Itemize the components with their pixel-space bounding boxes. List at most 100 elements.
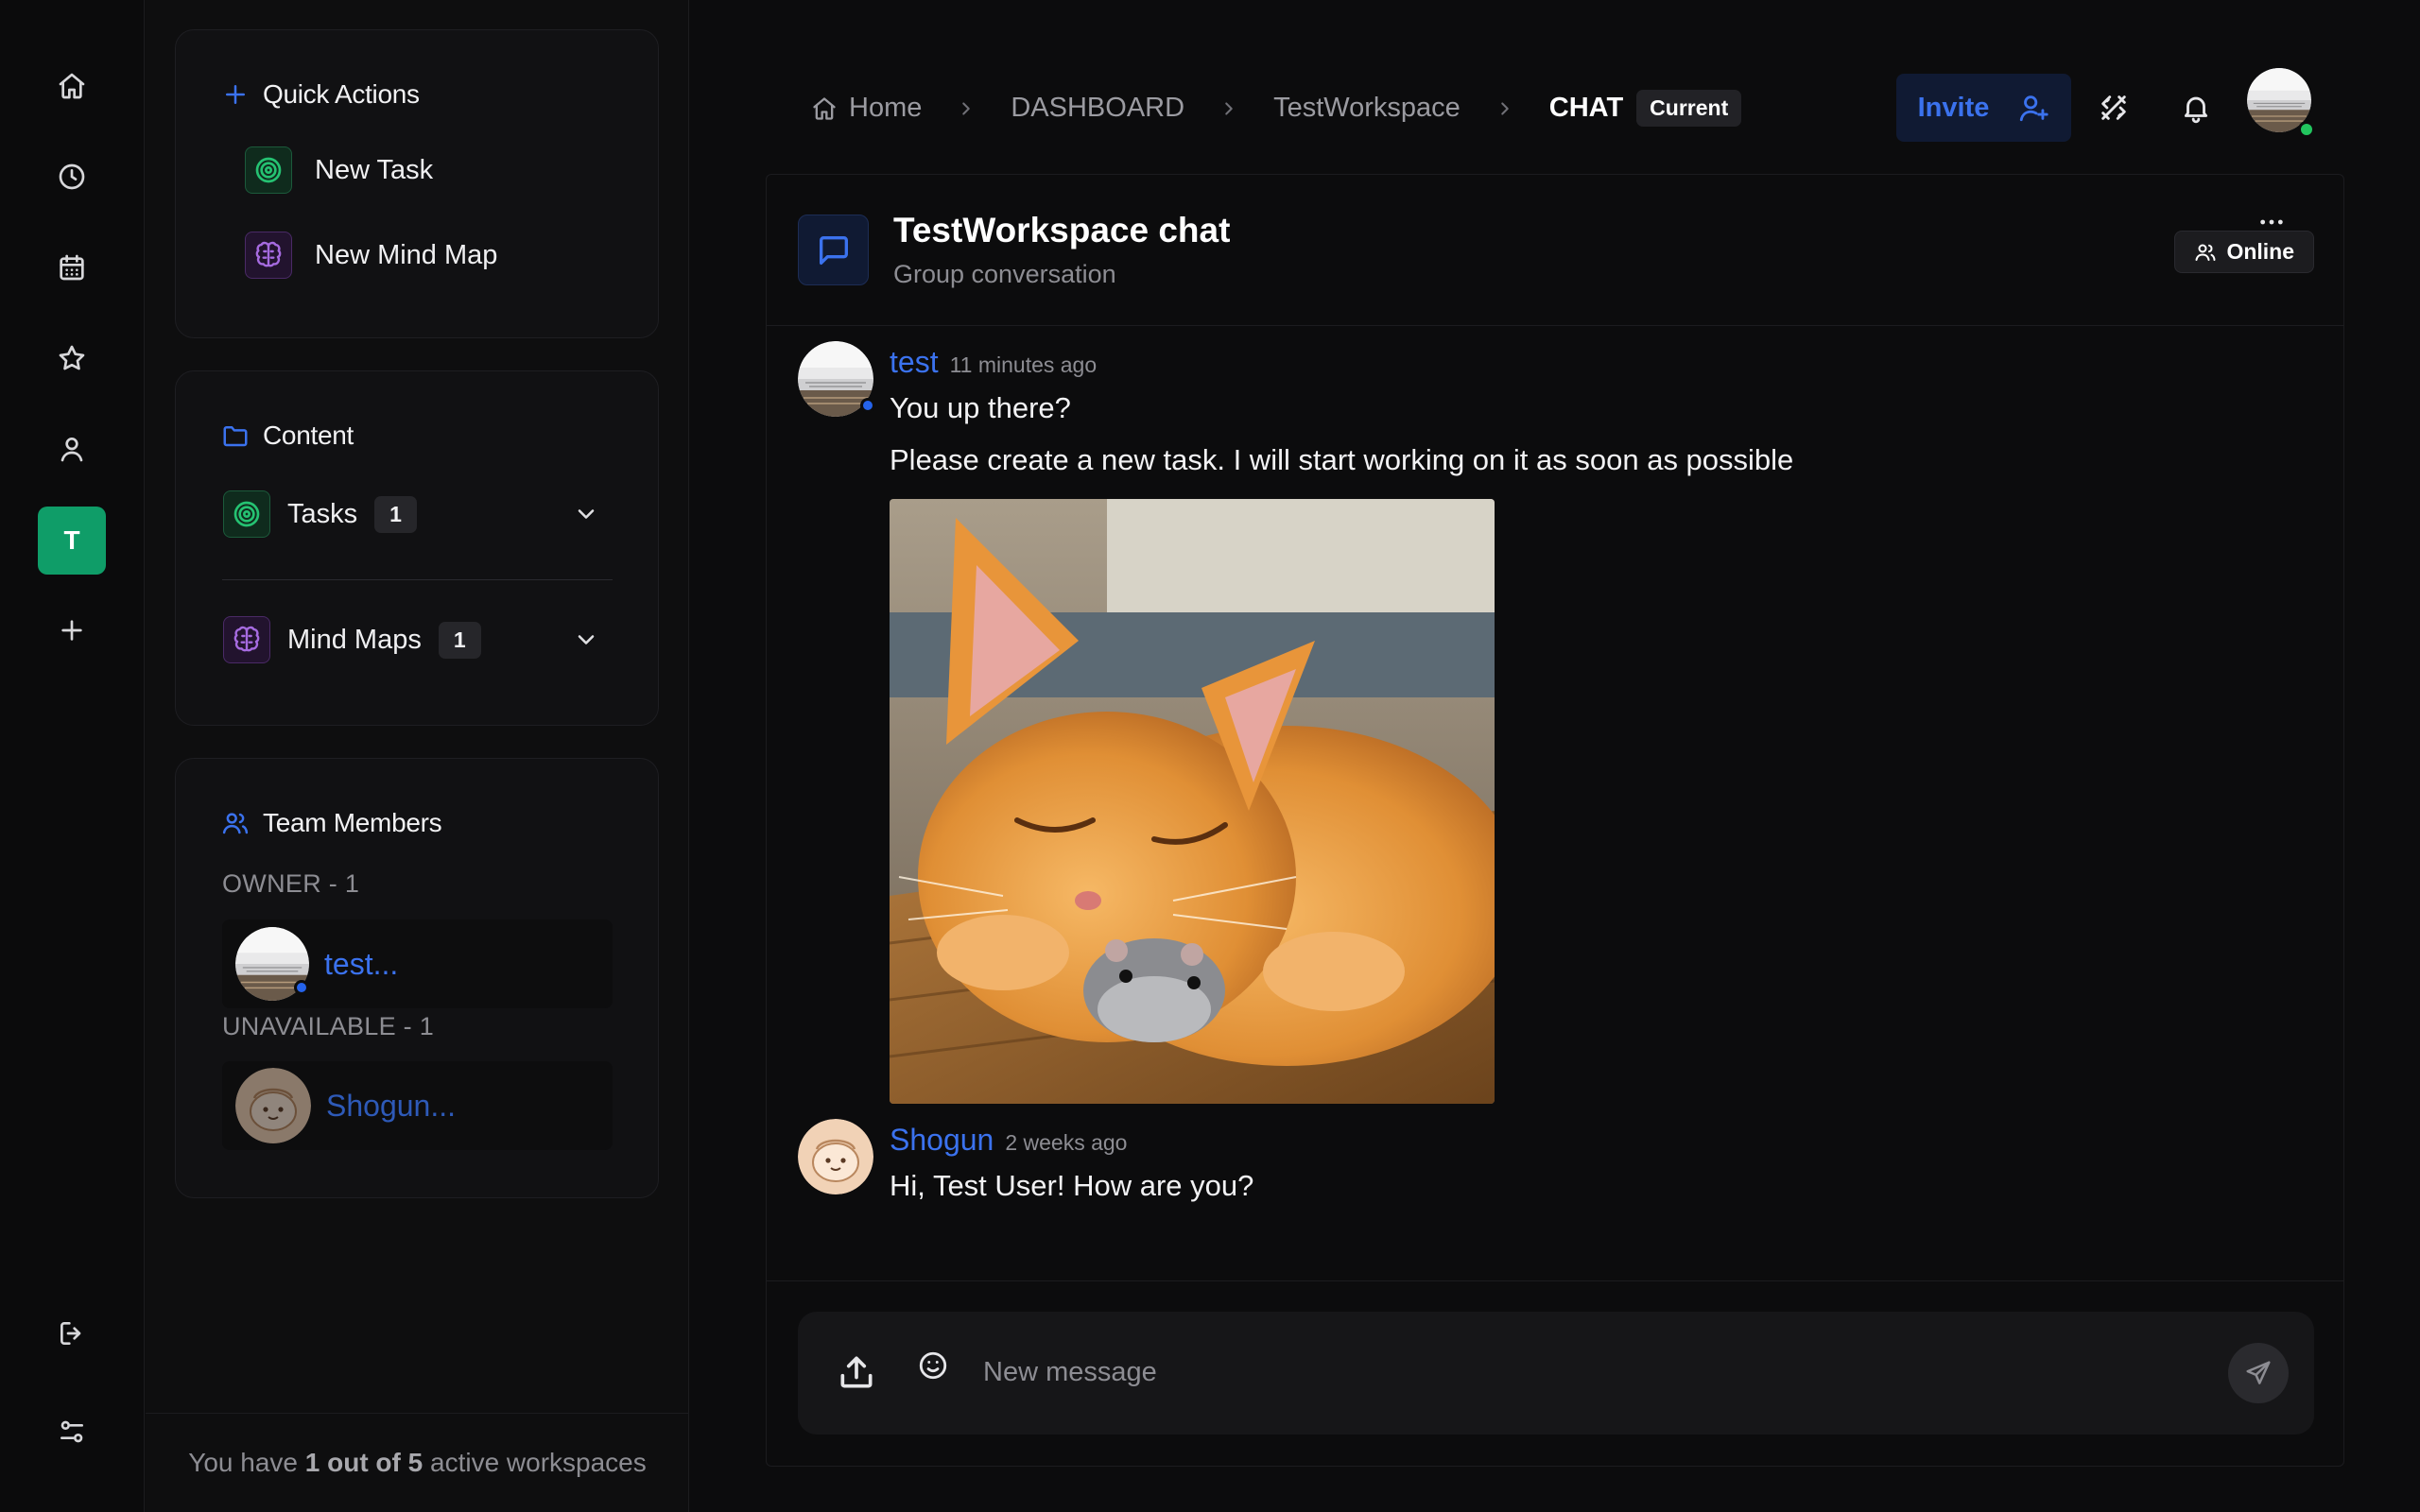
calendar-icon [57, 252, 87, 283]
breadcrumb-workspace[interactable]: TestWorkspace [1273, 93, 1461, 124]
smile-icon [917, 1349, 949, 1382]
profile-nav-button[interactable] [38, 415, 106, 483]
message-author[interactable]: test [890, 345, 939, 380]
status-dot [860, 398, 875, 413]
user-plus-icon [2017, 92, 2049, 124]
logout-button[interactable] [38, 1299, 106, 1367]
target-icon [245, 146, 292, 194]
chat-title: TestWorkspace chat [893, 211, 1231, 249]
user-icon [57, 434, 87, 464]
home-nav-button[interactable] [38, 52, 106, 120]
avatar [235, 1068, 311, 1143]
quick-actions-title: Quick Actions [263, 79, 420, 109]
limit-count: 1 out of 5 [304, 1448, 424, 1477]
new-mind-map-label: New Mind Map [315, 239, 498, 270]
online-status-badge: Online [2174, 231, 2314, 273]
invite-label: Invite [1917, 92, 1990, 123]
member-item-test[interactable]: test... [222, 919, 613, 1008]
member-item-shogun[interactable]: Shogun... [222, 1061, 613, 1150]
notifications-button[interactable] [2175, 87, 2217, 129]
chat-subtitle: Group conversation [893, 260, 1116, 288]
member-name: test... [324, 946, 399, 981]
mind-maps-section-toggle[interactable]: Mind Maps 1 [223, 616, 611, 663]
chevron-down-icon[interactable] [573, 627, 599, 653]
message-text: Hi, Test User! How are you? [890, 1169, 1254, 1202]
message-timestamp: 2 weeks ago [1005, 1130, 1128, 1155]
home-icon [57, 71, 87, 101]
team-members-card: Team Members OWNER - 1 test... UNAVAILAB… [175, 758, 659, 1198]
message-avatar[interactable] [798, 1119, 873, 1194]
more-horizontal-icon [2256, 207, 2287, 237]
quick-actions-card: Quick Actions New Task New Mind Map [175, 29, 659, 338]
message-image[interactable] [890, 499, 1495, 1104]
users-icon [2194, 241, 2217, 264]
tasks-section-toggle[interactable]: Tasks 1 [223, 490, 611, 538]
breadcrumb: Home DASHBOARD TestWorkspace CHAT Curren… [811, 90, 1742, 127]
team-members-header: Team Members [221, 808, 442, 838]
chevron-right-icon [1219, 98, 1239, 119]
content-divider [222, 579, 613, 580]
message-avatar[interactable] [798, 341, 875, 417]
mind-maps-label: Mind Maps [287, 624, 422, 655]
mind-maps-count-badge: 1 [438, 621, 481, 659]
home-icon [811, 95, 838, 122]
chevron-right-icon [1495, 98, 1515, 119]
target-icon [223, 490, 270, 538]
message-options-button[interactable] [2256, 207, 2287, 237]
send-button[interactable] [2228, 1343, 2289, 1403]
content-title: Content [263, 421, 354, 450]
unavailable-group-label: UNAVAILABLE - 1 [222, 1012, 435, 1040]
emoji-button[interactable] [917, 1349, 949, 1382]
star-icon [57, 343, 87, 373]
limit-prefix: You have [188, 1448, 298, 1477]
content-header: Content [221, 421, 354, 451]
tools-button[interactable] [2093, 87, 2135, 129]
plus-icon [57, 615, 87, 645]
message-text: You up there? [890, 391, 1071, 424]
plus-icon [221, 80, 250, 109]
message-text: Please create a new task. I will start w… [890, 443, 1794, 476]
calendar-nav-button[interactable] [38, 233, 106, 301]
chevron-down-icon[interactable] [573, 501, 599, 527]
online-status-dot [2298, 121, 2315, 138]
send-icon [2244, 1359, 2273, 1387]
users-icon [221, 809, 250, 837]
message-input[interactable] [983, 1350, 2184, 1394]
message-author[interactable]: Shogun [890, 1123, 994, 1158]
workspace-switch-button[interactable]: T [38, 507, 106, 575]
brain-icon [245, 232, 292, 279]
message-meta: test 11 minutes ago [890, 345, 1097, 380]
breadcrumb-current: CHAT [1548, 93, 1624, 123]
brain-icon [223, 616, 270, 663]
icon-rail: T [0, 0, 145, 1512]
clock-icon [57, 162, 87, 192]
settings-button[interactable] [38, 1398, 106, 1466]
avatar [235, 927, 309, 1001]
message-timestamp: 11 minutes ago [949, 352, 1098, 377]
upload-button[interactable] [836, 1351, 877, 1393]
breadcrumb-home-label: Home [849, 93, 923, 123]
current-badge: Current [1636, 90, 1742, 127]
tasks-count-badge: 1 [374, 495, 417, 533]
message-composer [798, 1312, 2314, 1435]
settings-sliders-icon [57, 1417, 87, 1447]
breadcrumb-home[interactable]: Home [811, 93, 922, 124]
invite-button[interactable]: Invite [1896, 74, 2071, 142]
folder-icon [221, 421, 250, 450]
online-status-label: Online [2226, 239, 2294, 264]
message-meta: Shogun 2 weeks ago [890, 1123, 1127, 1158]
quick-actions-header: Quick Actions [221, 79, 420, 110]
workspace-limit-note: You have 1 out of 5 active workspaces [146, 1413, 689, 1512]
breadcrumb-dashboard[interactable]: DASHBOARD [1011, 93, 1184, 124]
status-dot [294, 980, 309, 995]
favorites-nav-button[interactable] [38, 324, 106, 392]
new-mind-map-button[interactable]: New Mind Map [245, 232, 497, 279]
limit-suffix: active workspaces [430, 1448, 647, 1477]
cat-image-illustration [890, 499, 1495, 1104]
logout-icon [57, 1318, 87, 1349]
bell-icon [2180, 92, 2212, 124]
add-workspace-button[interactable] [38, 596, 106, 664]
recent-nav-button[interactable] [38, 143, 106, 211]
new-task-button[interactable]: New Task [245, 146, 433, 194]
user-avatar-button[interactable] [2247, 68, 2315, 138]
